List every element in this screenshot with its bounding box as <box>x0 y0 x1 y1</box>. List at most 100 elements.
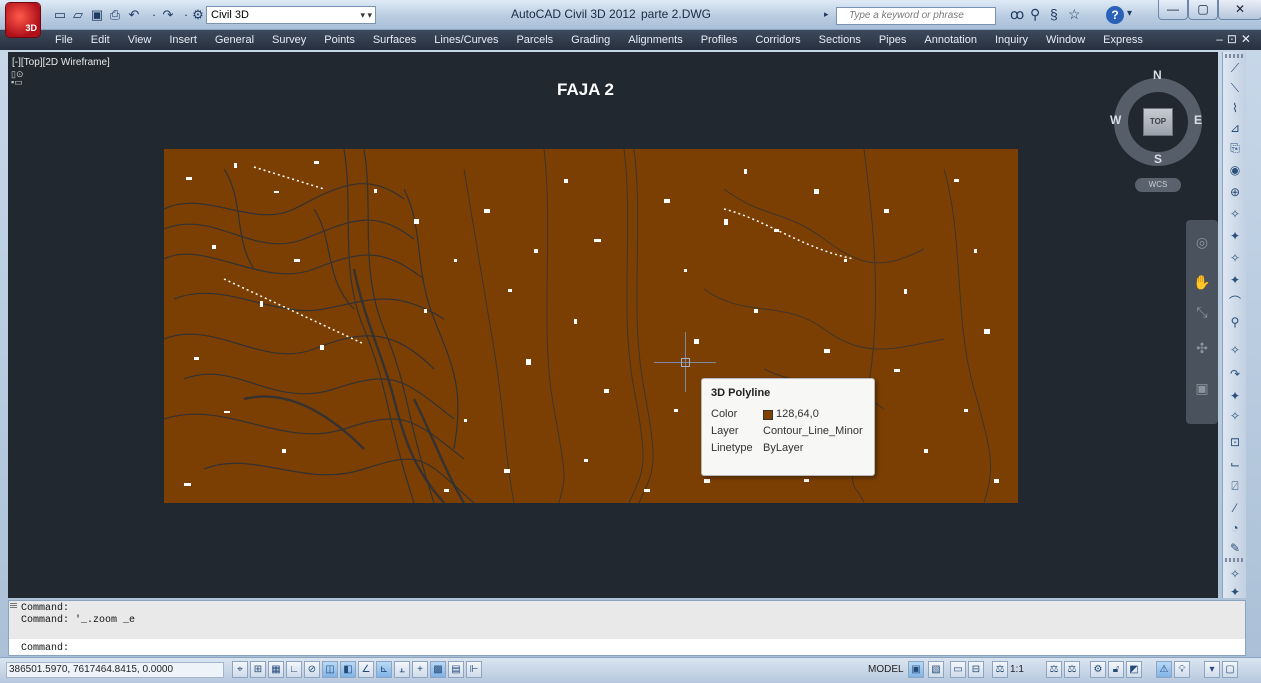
viewcube[interactable]: TOP N S E W <box>1108 68 1208 168</box>
hardware-acceleration-icon[interactable]: ◩ <box>1126 661 1142 678</box>
compass-north[interactable]: N <box>1153 68 1162 82</box>
print-icon[interactable]: ⎙ <box>107 7 123 23</box>
edit-icon[interactable]: ◔ <box>1225 518 1245 538</box>
binoculars-icon[interactable]: ꝏ <box>1010 6 1024 23</box>
redo-icon[interactable]: ↷ <box>160 7 176 23</box>
alignment-icon[interactable]: ✧ <box>1225 340 1245 360</box>
lightbulb-icon[interactable]: 💡︎ <box>1174 661 1190 678</box>
status-bar-menu-icon[interactable]: ▾ <box>1204 661 1220 678</box>
compass-east[interactable]: E <box>1194 113 1202 127</box>
spline-icon[interactable]: ⌒ <box>1225 292 1245 312</box>
infer-constraints-icon[interactable]: ⌖ <box>232 661 248 678</box>
subscription-icon[interactable]: § <box>1050 6 1058 22</box>
point-icon[interactable]: ✧ <box>1225 204 1245 224</box>
command-input[interactable]: Command: <box>21 643 69 654</box>
multiline-icon[interactable]: ⁄ <box>1225 498 1245 518</box>
application-menu-button[interactable]: 3D <box>6 3 40 37</box>
cogo-point-icon[interactable]: ✧ <box>1225 564 1245 584</box>
menu-annotation[interactable]: Annotation <box>915 33 986 47</box>
showmotion-icon[interactable]: ▣ <box>1193 380 1211 398</box>
brush-icon[interactable]: ✎ <box>1225 538 1245 558</box>
lineweight-icon[interactable]: + <box>412 661 428 678</box>
maximize-button[interactable]: ▢ <box>1188 0 1218 20</box>
menu-points[interactable]: Points <box>315 33 364 47</box>
object-snap-tracking-icon[interactable]: ∠ <box>358 661 374 678</box>
menu-file[interactable]: File <box>46 33 82 47</box>
viewcube-top-face[interactable]: TOP <box>1143 108 1173 136</box>
new-icon[interactable]: ▭ <box>52 7 68 23</box>
point-label-icon[interactable]: ✦ <box>1225 270 1245 290</box>
polar-tracking-icon[interactable]: ⊘ <box>304 661 320 678</box>
clean-screen-icon[interactable]: ▢ <box>1222 661 1238 678</box>
circle-icon[interactable]: ⊕ <box>1225 182 1245 202</box>
close-button[interactable]: ✕ <box>1218 0 1261 20</box>
maximize-viewport-icon[interactable]: ▭ <box>950 661 966 678</box>
menu-parcels[interactable]: Parcels <box>507 33 562 47</box>
globe-icon[interactable]: ◉ <box>1225 160 1245 180</box>
quick-view-drawings-icon[interactable]: ▧ <box>928 661 944 678</box>
rectangle-icon[interactable]: ⎘ <box>1225 138 1245 158</box>
save-icon[interactable]: ▣ <box>89 7 105 23</box>
key-icon[interactable]: ⚲ <box>1030 6 1040 23</box>
dimension-icon[interactable]: ⍁ <box>1225 476 1245 496</box>
pan-hand-icon[interactable]: ✋ <box>1193 274 1211 292</box>
selection-cycling-icon[interactable]: ⊩ <box>466 661 482 678</box>
menu-grading[interactable]: Grading <box>562 33 619 47</box>
dropdown-icon[interactable]: ▾ <box>1127 8 1132 19</box>
cogo-point-edit-icon[interactable]: ✦ <box>1225 582 1245 602</box>
table-icon[interactable]: ⊡ <box>1225 432 1245 452</box>
document-window-controls[interactable]: –⊡✕ <box>1216 32 1255 46</box>
curve-icon[interactable]: ✦ <box>1225 386 1245 406</box>
point-group-icon[interactable]: ✧ <box>1225 248 1245 268</box>
menu-lines-curves[interactable]: Lines/Curves <box>425 33 507 47</box>
transparency-icon[interactable]: ▩ <box>430 661 446 678</box>
search-expand-icon[interactable]: ▸ <box>824 9 829 20</box>
3d-object-snap-icon[interactable]: ◧ <box>340 661 356 678</box>
polyline-icon[interactable]: ⌇ <box>1225 98 1245 118</box>
menu-window[interactable]: Window <box>1037 33 1094 47</box>
object-snap-icon[interactable]: ◫ <box>322 661 338 678</box>
auto-scale-icon[interactable]: ⚖ <box>1064 661 1080 678</box>
text-icon[interactable]: ⌙ <box>1225 454 1245 474</box>
menu-express[interactable]: Express <box>1094 33 1152 47</box>
construction-line-icon[interactable]: ⟍ <box>1225 78 1245 98</box>
undo-icon[interactable]: ↶ <box>126 7 142 23</box>
layout-icon[interactable]: ⊟ <box>968 661 984 678</box>
menu-surfaces[interactable]: Surfaces <box>364 33 425 47</box>
dynamic-input-icon[interactable]: ⫠ <box>394 661 410 678</box>
menu-inquiry[interactable]: Inquiry <box>986 33 1037 47</box>
ortho-mode-icon[interactable]: ∟ <box>286 661 302 678</box>
menu-insert[interactable]: Insert <box>160 33 206 47</box>
minimize-button[interactable]: — <box>1158 0 1188 20</box>
lock-icon[interactable]: 🔓︎ <box>1108 661 1124 678</box>
terrain-contour-drawing[interactable] <box>164 149 1018 503</box>
arc-icon[interactable]: ↷ <box>1225 364 1245 384</box>
menu-view[interactable]: View <box>119 33 161 47</box>
polygon-icon[interactable]: ⊿ <box>1225 118 1245 138</box>
toolbar-grip[interactable] <box>1225 558 1245 562</box>
menu-general[interactable]: General <box>206 33 263 47</box>
help-button[interactable]: ? <box>1106 6 1124 24</box>
line-tool-icon[interactable]: ⟋ <box>1225 58 1245 78</box>
curve-label-icon[interactable]: ✧ <box>1225 406 1245 426</box>
dynamic-ucs-icon[interactable]: ⊾ <box>376 661 392 678</box>
steering-wheel-icon[interactable]: ◎ <box>1193 234 1211 252</box>
command-line-grip[interactable] <box>10 603 17 609</box>
quick-properties-icon[interactable]: ▤ <box>448 661 464 678</box>
compass-west[interactable]: W <box>1110 113 1121 127</box>
menu-alignments[interactable]: Alignments <box>619 33 691 47</box>
favorites-star-icon[interactable]: ☆ <box>1068 6 1081 23</box>
menu-edit[interactable]: Edit <box>82 33 119 47</box>
menu-corridors[interactable]: Corridors <box>746 33 809 47</box>
open-icon[interactable]: ▱ <box>70 7 86 23</box>
search-input[interactable]: Type a keyword or phrase <box>836 7 996 25</box>
quick-view-layouts-icon[interactable]: ▣ <box>908 661 924 678</box>
menu-profiles[interactable]: Profiles <box>692 33 747 47</box>
menu-sections[interactable]: Sections <box>810 33 870 47</box>
zoom-icon[interactable]: ⤡ <box>1193 304 1211 322</box>
viewport-controls-label[interactable]: [-][Top][2D Wireframe] <box>12 57 110 68</box>
menu-pipes[interactable]: Pipes <box>870 33 916 47</box>
pin-icon[interactable]: ⚲ <box>1225 312 1245 332</box>
grid-display-icon[interactable]: ▦ <box>268 661 284 678</box>
annotation-scale-value[interactable]: 1:1 <box>1010 664 1024 675</box>
